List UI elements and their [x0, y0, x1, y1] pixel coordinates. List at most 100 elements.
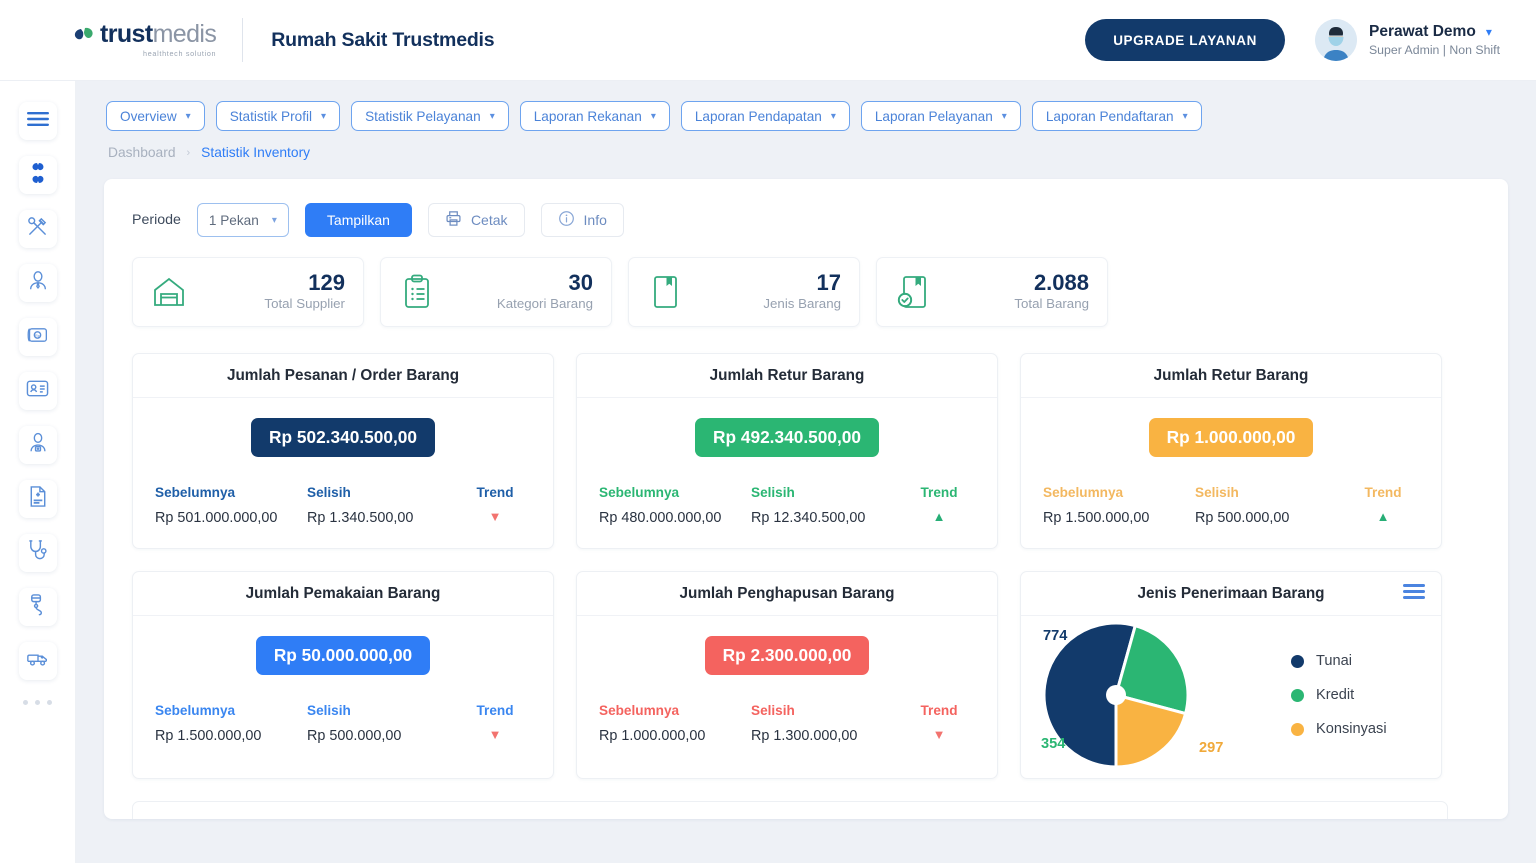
chevron-down-icon: ▾ — [1183, 111, 1188, 122]
trend-up-icon: ▲ — [1347, 510, 1419, 523]
chart-legend: Tunai Kredit Konsinyasi — [1291, 653, 1387, 737]
previous-label: Sebelumnya — [155, 703, 307, 718]
tab-laporan-pelayanan[interactable]: Laporan Pelayanan ▾ — [861, 101, 1021, 131]
tab-label: Laporan Rekanan — [534, 109, 642, 124]
sidebar-item-menu[interactable] — [19, 102, 57, 140]
sidebar: Rp — [0, 81, 76, 863]
legend-label: Konsinyasi — [1316, 721, 1387, 737]
sidebar-item-tools[interactable] — [19, 210, 57, 248]
pie-label-konsinyasi: 297 — [1199, 740, 1223, 756]
sidebar-more-indicator[interactable] — [23, 700, 52, 705]
sidebar-item-payment[interactable]: Rp — [19, 318, 57, 356]
kpi-card-total-barang: 2.088 Total Barang — [876, 257, 1108, 327]
chevron-down-icon[interactable]: ▾ — [1486, 25, 1492, 39]
info-button[interactable]: Info — [541, 203, 624, 237]
difference-value: Rp 12.340.500,00 — [751, 510, 903, 526]
trend-stat: Trend ▼ — [459, 703, 531, 744]
metric-card-pesanan-order-barang: Jumlah Pesanan / Order Barang Rp 502.340… — [132, 353, 554, 549]
tab-overview[interactable]: Overview ▾ — [106, 101, 205, 131]
breadcrumb-dashboard[interactable]: Dashboard — [108, 145, 176, 160]
nav-tabs: Overview ▾ Statistik Profil ▾ Statistik … — [76, 81, 1536, 131]
trend-label: Trend — [459, 485, 531, 500]
difference-value: Rp 1.340.500,00 — [307, 510, 459, 526]
kpi-label: Kategori Barang — [497, 296, 593, 311]
previous-label: Sebelumnya — [599, 703, 751, 718]
breadcrumb-current[interactable]: Statistik Inventory — [201, 145, 310, 160]
card-title: Jumlah Pesanan / Order Barang — [227, 367, 459, 385]
previous-value: Rp 480.000.000,00 — [599, 510, 751, 526]
metric-card-pemakaian-barang: Jumlah Pemakaian Barang Rp 50.000.000,00… — [132, 571, 554, 779]
sidebar-item-examination[interactable] — [19, 534, 57, 572]
medical-document-icon — [28, 485, 48, 513]
trend-label: Trend — [903, 703, 975, 718]
user-menu[interactable]: Perawat Demo ▾ Super Admin | Non Shift — [1315, 19, 1500, 61]
upgrade-button[interactable]: UPGRADE LAYANAN — [1085, 19, 1285, 61]
amount-badge: Rp 2.300.000,00 — [705, 636, 870, 675]
period-select[interactable]: 1 Pekan ▾ — [197, 203, 289, 237]
breadcrumb: Dashboard › Statistik Inventory — [76, 131, 1536, 160]
show-button[interactable]: Tampilkan — [305, 203, 412, 237]
chart-card-jenis-penerimaan-barang: Jenis Penerimaan Barang 774 — [1020, 571, 1442, 779]
kpi-label: Total Supplier — [264, 296, 345, 311]
chevron-down-icon: ▾ — [651, 111, 656, 122]
hamburger-menu-icon — [27, 111, 49, 132]
kpi-card-jenis-barang: 17 Jenis Barang — [628, 257, 860, 327]
tab-laporan-pendaftaran[interactable]: Laporan Pendaftaran ▾ — [1032, 101, 1202, 131]
difference-value: Rp 500.000,00 — [307, 728, 459, 744]
brand-logo[interactable]: trustmedis healthtech solution — [72, 22, 216, 57]
difference-label: Selisih — [751, 485, 903, 500]
difference-value: Rp 1.300.000,00 — [751, 728, 903, 744]
person-tie-icon — [27, 270, 49, 297]
sidebar-item-ambulance[interactable] — [19, 642, 57, 680]
sidebar-item-home[interactable] — [19, 156, 57, 194]
metric-card-retur-barang-1: Jumlah Retur Barang Rp 492.340.500,00 Se… — [576, 353, 998, 549]
pie-label-tunai: 774 — [1043, 628, 1067, 644]
metric-card-grid: Jumlah Pesanan / Order Barang Rp 502.340… — [104, 327, 1464, 779]
header-divider — [242, 18, 243, 62]
breadcrumb-separator: › — [187, 147, 191, 159]
sidebar-item-staff[interactable] — [19, 264, 57, 302]
previous-stat: Sebelumnya Rp 501.000.000,00 — [155, 485, 307, 526]
chart-title: Jenis Penerimaan Barang — [1137, 585, 1324, 603]
logo-word-bold: trust — [100, 20, 153, 48]
card-title: Jumlah Retur Barang — [1154, 367, 1309, 385]
logo-tagline: healthtech solution — [100, 50, 216, 57]
tab-laporan-pendapatan[interactable]: Laporan Pendapatan ▾ — [681, 101, 850, 131]
legend-item-konsinyasi[interactable]: Konsinyasi — [1291, 721, 1387, 737]
sidebar-item-registration[interactable] — [19, 426, 57, 464]
person-badge-icon — [27, 432, 49, 459]
user-name: Perawat Demo — [1369, 23, 1476, 41]
chevron-down-icon: ▾ — [490, 111, 495, 122]
legend-item-kredit[interactable]: Kredit — [1291, 687, 1387, 703]
card-header: Jumlah Penghapusan Barang — [577, 572, 997, 616]
hamburger-menu-icon[interactable] — [1403, 584, 1425, 604]
print-button[interactable]: Cetak — [428, 203, 525, 237]
trustmedis-leaf-icon — [72, 25, 98, 55]
card-header: Jenis Penerimaan Barang — [1021, 572, 1441, 616]
legend-item-tunai[interactable]: Tunai — [1291, 653, 1387, 669]
card-title: Jumlah Retur Barang — [710, 367, 865, 385]
previous-label: Sebelumnya — [1043, 485, 1195, 500]
trend-up-icon: ▲ — [903, 510, 975, 523]
difference-value: Rp 500.000,00 — [1195, 510, 1347, 526]
difference-label: Selisih — [751, 703, 903, 718]
tools-icon — [26, 215, 49, 243]
user-role: Super Admin | Non Shift — [1369, 43, 1500, 57]
avatar — [1315, 19, 1357, 61]
tab-label: Statistik Profil — [230, 109, 312, 124]
dot-icon — [23, 700, 28, 705]
tab-statistik-pelayanan[interactable]: Statistik Pelayanan ▾ — [351, 101, 509, 131]
sidebar-item-patient-card[interactable] — [19, 372, 57, 410]
amount-badge: Rp 50.000.000,00 — [256, 636, 430, 675]
info-icon — [558, 210, 575, 230]
kpi-label: Total Barang — [1014, 296, 1089, 311]
tab-statistik-profil[interactable]: Statistik Profil ▾ — [216, 101, 340, 131]
sidebar-item-medical-record[interactable] — [19, 480, 57, 518]
sidebar-item-infusion[interactable] — [19, 588, 57, 626]
chevron-down-icon: ▾ — [186, 111, 191, 122]
inventory-panel: Periode 1 Pekan ▾ Tampilkan Cetak — [104, 179, 1508, 819]
amount-badge: Rp 492.340.500,00 — [695, 418, 879, 457]
difference-stat: Selisih Rp 1.340.500,00 — [307, 485, 459, 526]
id-card-icon — [26, 379, 49, 403]
tab-laporan-rekanan[interactable]: Laporan Rekanan ▾ — [520, 101, 670, 131]
